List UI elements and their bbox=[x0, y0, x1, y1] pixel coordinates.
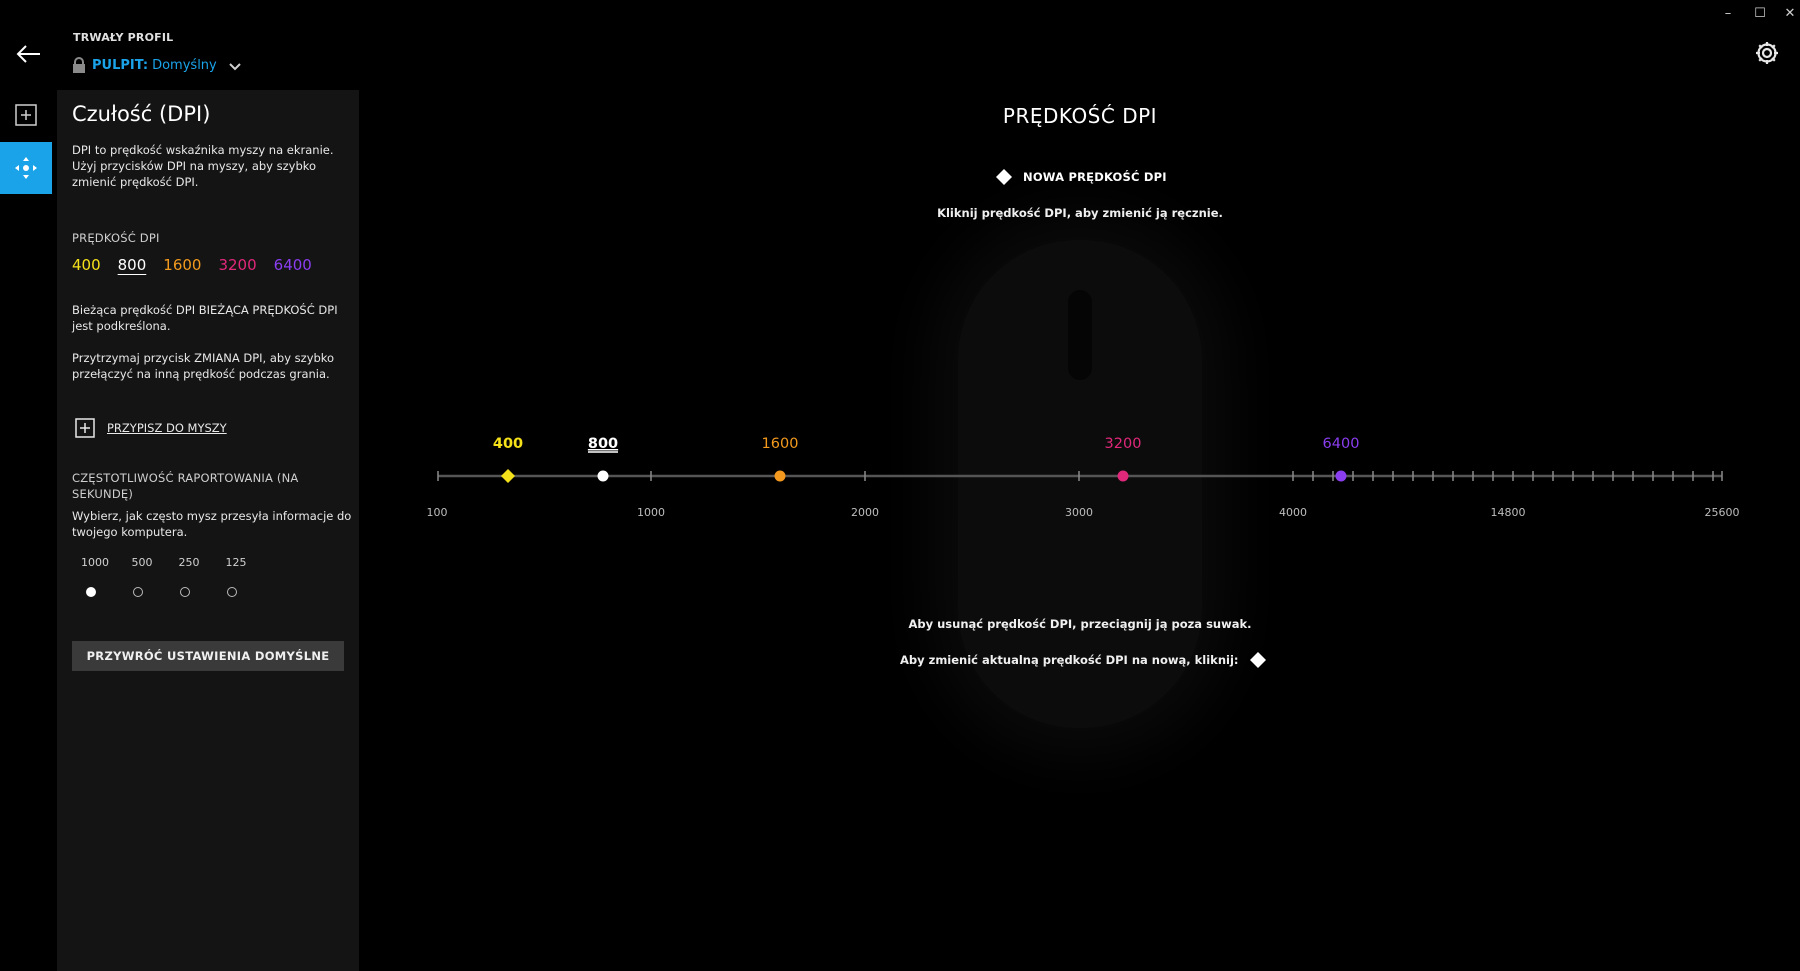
dpi-section-label: PRĘDKOŚĆ DPI bbox=[72, 231, 160, 245]
back-button[interactable] bbox=[14, 40, 48, 68]
side-panel: Czułość (DPI) DPI to prędkość wskaźnika … bbox=[57, 90, 359, 971]
panel-description: DPI to prędkość wskaźnika myszy na ekran… bbox=[72, 143, 334, 189]
marker-800[interactable] bbox=[597, 470, 609, 482]
dpi-value-list: 400 800 1600 3200 6400 bbox=[72, 256, 312, 274]
click-dpi-hint: Kliknij prędkość DPI, aby zmienić ją ręc… bbox=[937, 206, 1223, 220]
dpi-value-800[interactable]: 800 bbox=[118, 256, 147, 274]
dpi-value-6400[interactable]: 6400 bbox=[274, 256, 312, 274]
axis-label: 25600 bbox=[1705, 506, 1740, 519]
dpi-shift-note: Przytrzymaj przycisk ZMIANA DPI, aby szy… bbox=[72, 351, 335, 381]
report-rate-125-radio[interactable] bbox=[227, 587, 237, 597]
chevron-down-icon bbox=[229, 63, 241, 71]
rail-sensitivity-button[interactable] bbox=[0, 142, 52, 194]
add-square-icon bbox=[75, 418, 95, 438]
profile-name: Domyślny bbox=[152, 57, 217, 73]
dpi-value-3200[interactable]: 3200 bbox=[218, 256, 256, 274]
dpi-slider[interactable]: 100 1000 2000 3000 4000 14800 25600 400 … bbox=[420, 425, 1760, 535]
profile-dropdown[interactable]: PULPIT: Domyślny bbox=[72, 54, 241, 76]
profile-prefix: PULPIT: bbox=[92, 57, 149, 73]
report-rate-label: CZĘSTOTLIWOŚĆ RAPORTOWANIA (NA SEKUNDĘ) bbox=[72, 471, 299, 501]
minimize-button[interactable]: – bbox=[1718, 6, 1738, 22]
report-rate-250-label: 250 bbox=[178, 556, 200, 569]
mouse-wheel-silhouette bbox=[1068, 290, 1092, 380]
panel-title: Czułość (DPI) bbox=[72, 102, 211, 126]
diamond-icon bbox=[996, 169, 1012, 185]
current-dpi-note: Bieżąca prędkość DPI BIEŻĄCA PRĘDKOŚĆ DP… bbox=[72, 303, 338, 333]
move-arrows-icon bbox=[15, 157, 37, 179]
axis-label: 2000 bbox=[851, 506, 879, 519]
axis-label: 14800 bbox=[1491, 506, 1526, 519]
axis-label: 100 bbox=[427, 506, 448, 519]
report-rate-125-label: 125 bbox=[225, 556, 247, 569]
new-dpi-label: NOWA PRĘDKOŚĆ DPI bbox=[1023, 170, 1167, 184]
dpi-value-400[interactable]: 400 bbox=[72, 256, 101, 274]
report-rate-1000-radio[interactable] bbox=[86, 587, 96, 597]
axis-label: 4000 bbox=[1279, 506, 1307, 519]
restore-defaults-button[interactable]: PRZYWRÓĆ USTAWIENIA DOMYŚLNE bbox=[72, 641, 344, 671]
axis-label: 3000 bbox=[1065, 506, 1093, 519]
report-rate-250-radio[interactable] bbox=[180, 587, 190, 597]
arrow-left-icon bbox=[16, 45, 40, 63]
marker-3200[interactable] bbox=[1117, 470, 1129, 482]
swap-dpi-row: Aby zmienić aktualną prędkość DPI na now… bbox=[900, 651, 1267, 669]
lock-icon bbox=[73, 56, 85, 73]
axis-label: 1000 bbox=[637, 506, 665, 519]
marker-label-6400[interactable]: 6400 bbox=[1323, 436, 1360, 452]
rail-add-button[interactable] bbox=[0, 90, 52, 140]
maximize-button[interactable]: ☐ bbox=[1750, 6, 1770, 22]
report-rate-500-label: 500 bbox=[131, 556, 153, 569]
marker-6400[interactable] bbox=[1335, 470, 1347, 482]
gear-icon bbox=[1756, 42, 1778, 64]
remove-dpi-hint: Aby usunąć prędkość DPI, przeciągnij ją … bbox=[908, 617, 1252, 631]
marker-label-1600[interactable]: 1600 bbox=[762, 436, 799, 452]
diamond-icon[interactable] bbox=[1249, 651, 1267, 669]
marker-label-3200[interactable]: 3200 bbox=[1105, 436, 1142, 452]
report-rate-500-radio[interactable] bbox=[133, 587, 143, 597]
report-rate-1000-label: 1000 bbox=[81, 556, 109, 569]
settings-button[interactable] bbox=[1752, 38, 1782, 68]
report-rate-description: Wybierz, jak często mysz przesyła inform… bbox=[72, 509, 352, 539]
marker-label-800[interactable]: 800 bbox=[588, 436, 618, 452]
new-dpi-button[interactable]: NOWA PRĘDKOŚĆ DPI bbox=[995, 168, 1167, 186]
swap-dpi-hint: Aby zmienić aktualną prędkość DPI na now… bbox=[900, 653, 1239, 667]
assign-label: PRZYPISZ DO MYSZY bbox=[107, 421, 227, 435]
dpi-value-1600[interactable]: 1600 bbox=[163, 256, 201, 274]
close-button[interactable]: ✕ bbox=[1780, 6, 1800, 22]
marker-400[interactable] bbox=[501, 469, 515, 483]
marker-1600[interactable] bbox=[774, 470, 786, 482]
assign-to-mouse-button[interactable]: PRZYPISZ DO MYSZY bbox=[75, 418, 227, 438]
profile-label: TRWAŁY PROFIL bbox=[73, 31, 174, 44]
dpi-speed-title: PRĘDKOŚĆ DPI bbox=[1002, 104, 1158, 128]
marker-label-400[interactable]: 400 bbox=[493, 436, 523, 452]
add-square-icon bbox=[15, 104, 37, 126]
